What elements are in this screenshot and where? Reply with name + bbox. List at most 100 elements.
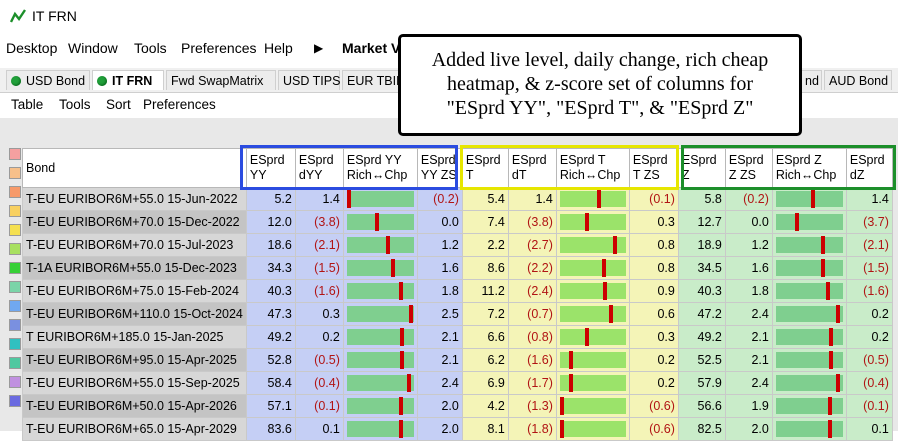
tab-nd[interactable]: nd [800,70,822,90]
col-header-esprd-yy-richchp[interactable]: ESprd YY Rich↔Chp [342,148,418,188]
esprd-dz-cell[interactable]: 0.2 [845,325,893,349]
bond-name-cell[interactable]: T-EU EURIBOR6M+75.0 15-Feb-2024 [22,279,247,303]
esprd-dz-cell[interactable]: (0.5) [845,348,893,372]
bond-name-cell[interactable]: T-1A EURIBOR6M+55.0 15-Dec-2023 [22,256,247,280]
esprd-yy-zs-cell[interactable]: 2.4 [416,371,463,395]
bond-name-cell[interactable]: T-EU EURIBOR6M+55.0 15-Jun-2022 [22,187,247,211]
esprd-z-cell[interactable]: 40.3 [677,279,726,303]
esprd-yy-cell[interactable]: 57.1 [245,394,296,418]
menu-desktop[interactable]: Desktop [6,40,57,56]
menu-preferences[interactable]: Preferences [181,40,256,56]
esprd-t-zs-cell[interactable]: 0.3 [628,325,679,349]
table-row[interactable]: T-1A EURIBOR6M+55.0 15-Dec-2023 34.3 (1.5)… [22,256,893,280]
esprd-yy-richchp-cell[interactable] [342,348,418,372]
esprd-t-cell[interactable]: 2.2 [461,233,509,257]
esprd-dyy-cell[interactable]: (3.8) [294,210,344,234]
esprd-dt-cell[interactable]: (1.7) [507,371,557,395]
esprd-t-richchp-cell[interactable] [555,233,630,257]
table-row[interactable]: T-EU EURIBOR6M+95.0 15-Apr-2025 52.8 (0.5)… [22,348,893,372]
esprd-dyy-cell[interactable]: (2.1) [294,233,344,257]
esprd-yy-zs-cell[interactable]: 2.5 [416,302,463,326]
esprd-dt-cell[interactable]: (1.6) [507,348,557,372]
table-row[interactable]: T-EU EURIBOR6M+55.0 15-Jun-2022 5.2 1.4 (0.… [22,187,893,211]
esprd-t-cell[interactable]: 7.2 [461,302,509,326]
esprd-yy-cell[interactable]: 40.3 [245,279,296,303]
esprd-dt-cell[interactable]: (3.8) [507,210,557,234]
col-header-esprd-yy[interactable]: ESprd YY [245,148,296,188]
esprd-yy-cell[interactable]: 47.3 [245,302,296,326]
esprd-z-zs-cell[interactable]: 0.0 [724,210,773,234]
col-header-esprd-t-zs[interactable]: ESprd T ZS [628,148,679,188]
esprd-dz-cell[interactable]: 0.2 [845,302,893,326]
esprd-dz-cell[interactable]: (3.7) [845,210,893,234]
esprd-dz-cell[interactable]: (1.6) [845,279,893,303]
esprd-dt-cell[interactable]: (0.7) [507,302,557,326]
esprd-dt-cell[interactable]: 1.4 [507,187,557,211]
esprd-z-cell[interactable]: 52.5 [677,348,726,372]
col-header-esprd-dyy[interactable]: ESprd dYY [294,148,344,188]
esprd-t-cell[interactable]: 4.2 [461,394,509,418]
col-header-esprd-z[interactable]: ESprd Z [677,148,726,188]
table-row[interactable]: T-EU EURIBOR6M+70.0 15-Dec-2022 12.0 (3.8)… [22,210,893,234]
menu-help[interactable]: Help [264,40,293,56]
bond-name-cell[interactable]: T-EU EURIBOR6M+95.0 15-Apr-2025 [22,348,247,372]
esprd-z-zs-cell[interactable]: 1.8 [724,279,773,303]
esprd-dz-cell[interactable]: (0.4) [845,371,893,395]
menu-window[interactable]: Window [68,40,118,56]
esprd-yy-cell[interactable]: 58.4 [245,371,296,395]
submenu-sort[interactable]: Sort [106,97,131,112]
esprd-t-richchp-cell[interactable] [555,417,630,441]
esprd-dz-cell[interactable]: (0.1) [845,394,893,418]
esprd-yy-richchp-cell[interactable] [342,279,418,303]
esprd-z-richchp-cell[interactable] [771,417,847,441]
esprd-t-richchp-cell[interactable] [555,394,630,418]
esprd-t-cell[interactable]: 5.4 [461,187,509,211]
esprd-t-zs-cell[interactable]: (0.6) [628,394,679,418]
esprd-z-cell[interactable]: 49.2 [677,325,726,349]
submenu-table[interactable]: Table [11,97,43,112]
table-row[interactable]: T-EU EURIBOR6M+50.0 15-Apr-2026 57.1 (0.1)… [22,394,893,418]
esprd-t-zs-cell[interactable]: (0.1) [628,187,679,211]
tab-eur-tbill[interactable]: EUR TBILL [342,70,410,90]
esprd-t-cell[interactable]: 6.9 [461,371,509,395]
esprd-dz-cell[interactable]: 0.1 [845,417,893,441]
col-header-esprd-z-zs[interactable]: ESprd Z ZS [724,148,773,188]
esprd-t-richchp-cell[interactable] [555,187,630,211]
esprd-t-richchp-cell[interactable] [555,256,630,280]
esprd-yy-zs-cell[interactable]: 2.0 [416,394,463,418]
esprd-dz-cell[interactable]: 1.4 [845,187,893,211]
submenu-tools[interactable]: Tools [59,97,91,112]
esprd-yy-richchp-cell[interactable] [342,325,418,349]
esprd-yy-richchp-cell[interactable] [342,256,418,280]
esprd-z-cell[interactable]: 47.2 [677,302,726,326]
esprd-z-richchp-cell[interactable] [771,371,847,395]
esprd-dt-cell[interactable]: (1.3) [507,394,557,418]
col-header-esprd-dt[interactable]: ESprd dT [507,148,557,188]
esprd-yy-zs-cell[interactable]: 1.6 [416,256,463,280]
esprd-yy-cell[interactable]: 12.0 [245,210,296,234]
esprd-yy-cell[interactable]: 52.8 [245,348,296,372]
esprd-z-zs-cell[interactable]: 1.2 [724,233,773,257]
esprd-dt-cell[interactable]: (0.8) [507,325,557,349]
esprd-t-richchp-cell[interactable] [555,325,630,349]
table-row[interactable]: T-EU EURIBOR6M+70.0 15-Jul-2023 18.6 (2.1)… [22,233,893,257]
esprd-yy-zs-cell[interactable]: 0.0 [416,210,463,234]
esprd-t-richchp-cell[interactable] [555,279,630,303]
esprd-dyy-cell[interactable]: (0.4) [294,371,344,395]
col-header-esprd-dz[interactable]: ESprd dZ [845,148,893,188]
esprd-t-cell[interactable]: 11.2 [461,279,509,303]
esprd-dyy-cell[interactable]: (1.6) [294,279,344,303]
esprd-z-cell[interactable]: 12.7 [677,210,726,234]
esprd-dt-cell[interactable]: (2.4) [507,279,557,303]
esprd-z-cell[interactable]: 57.9 [677,371,726,395]
esprd-z-cell[interactable]: 56.6 [677,394,726,418]
esprd-z-richchp-cell[interactable] [771,279,847,303]
esprd-z-richchp-cell[interactable] [771,302,847,326]
esprd-dt-cell[interactable]: (2.7) [507,233,557,257]
esprd-z-zs-cell[interactable]: 1.6 [724,256,773,280]
esprd-t-zs-cell[interactable]: (0.6) [628,417,679,441]
esprd-t-richchp-cell[interactable] [555,302,630,326]
esprd-dt-cell[interactable]: (2.2) [507,256,557,280]
esprd-dyy-cell[interactable]: 1.4 [294,187,344,211]
esprd-yy-cell[interactable]: 49.2 [245,325,296,349]
